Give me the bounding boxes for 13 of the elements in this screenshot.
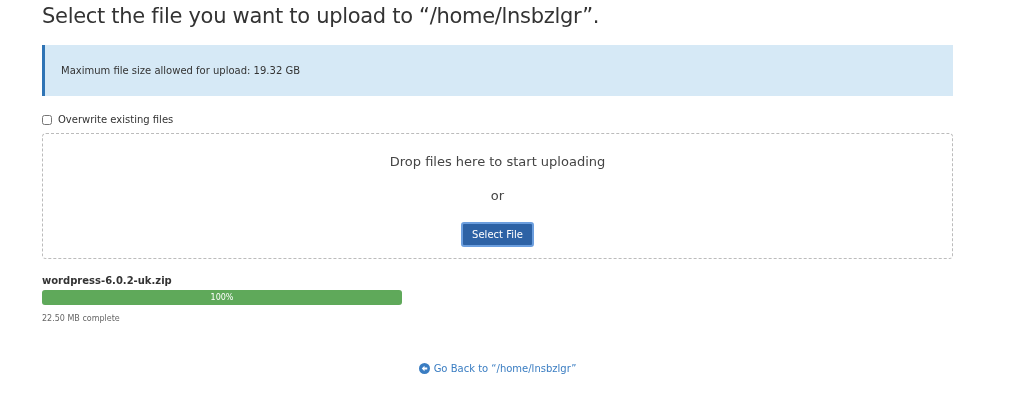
info-notice: Maximum file size allowed for upload: 19.32 GB — [42, 45, 953, 96]
drop-zone[interactable]: Drop files here to start uploading or Select File — [42, 133, 953, 259]
file-name: wordpress-6.0.2-uk.zip — [42, 275, 173, 286]
progress-percent: 100% — [210, 293, 234, 302]
page-title: Select the file you want to upload to “/home/lnsbzlgr”. — [42, 4, 601, 28]
upload-status: 22.50 MB complete — [42, 314, 121, 323]
back-arrow-icon — [418, 363, 430, 374]
checkbox-label: Overwrite existing files — [58, 114, 174, 125]
select-file-button[interactable]: Select File — [461, 222, 534, 247]
go-back-link[interactable]: Go Back to “/home/lnsbzlgr” — [418, 363, 577, 374]
drop-text: Drop files here to start uploading — [389, 154, 606, 169]
or-text: or — [490, 188, 505, 203]
overwrite-checkbox[interactable] — [42, 114, 52, 125]
